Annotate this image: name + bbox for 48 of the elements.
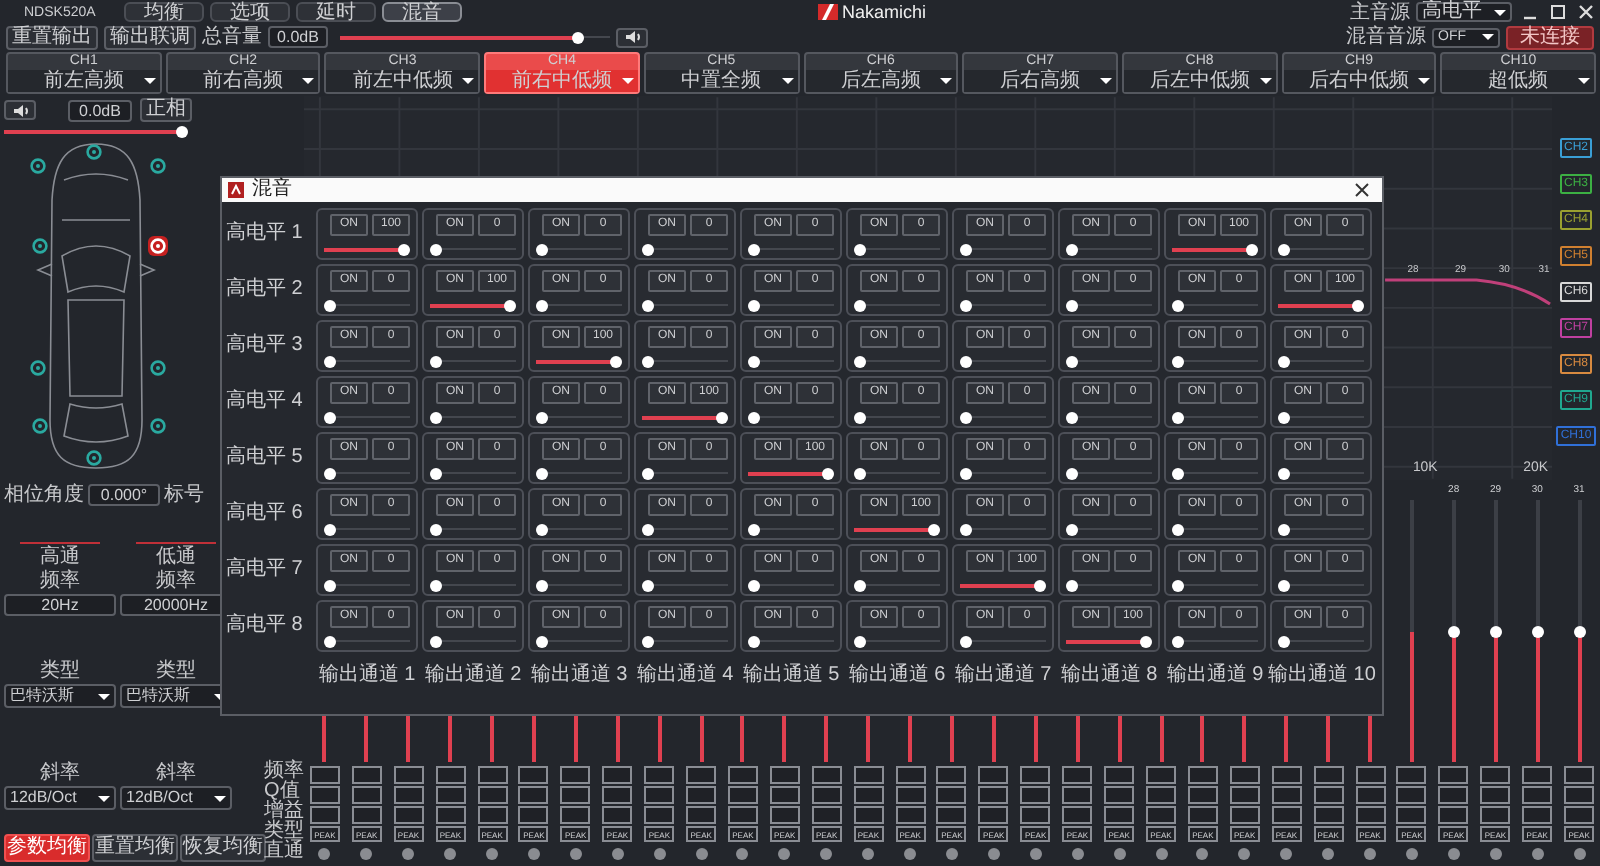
phase-label: 相位角度	[4, 483, 84, 505]
slope-label: 斜率	[40, 762, 80, 784]
input-label: 高电平 6	[226, 499, 305, 528]
logo-text: Nakamichi	[842, 2, 927, 22]
input-label: 高电平 3	[226, 331, 305, 360]
frequency-label: 频率	[40, 570, 80, 592]
output-label: 输出通道 9	[1164, 661, 1266, 690]
volume-label: 总音量	[202, 26, 262, 48]
input-label: 高电平 5	[226, 443, 305, 472]
input-label: 高电平 7	[226, 555, 305, 584]
row-label: 频率	[264, 762, 304, 782]
channel-label: 后右高频	[1000, 71, 1081, 91]
channel-label: 前左中低频	[352, 71, 453, 91]
filter-title: 高通	[40, 546, 80, 568]
output-label: 输出通道 6	[846, 661, 948, 690]
dialog-title: 混音	[252, 180, 292, 200]
output-label: 输出通道 10	[1268, 661, 1374, 690]
row-label: Q值	[264, 782, 300, 802]
channel-label: 中置全频	[681, 71, 762, 91]
slope-label: 斜率	[156, 762, 196, 784]
row-label: 类型	[264, 822, 304, 842]
type-label: 类型	[156, 660, 196, 682]
output-label: 输出通道 3	[528, 661, 630, 690]
type-label: 类型	[40, 660, 80, 682]
channel-label: 前右中低频	[511, 71, 612, 91]
output-label: 输出通道 2	[422, 661, 524, 690]
input-label: 高电平 8	[226, 611, 305, 640]
channel-label: 前左高频	[43, 71, 124, 91]
channel-label: 前右高频	[203, 71, 284, 91]
input-label: 高电平 4	[226, 387, 305, 416]
source-label: 主音源	[1350, 1, 1410, 23]
frequency-label: 频率	[156, 570, 196, 592]
mix-source-label: 混音音源	[1346, 26, 1426, 48]
output-label: 输出通道 1	[316, 661, 418, 690]
channel-label: 后右中低频	[1308, 71, 1409, 91]
filter-title: 低通	[156, 546, 196, 568]
output-label: 输出通道 7	[952, 661, 1054, 690]
output-label: 输出通道 5	[740, 661, 842, 690]
input-label: 高电平 2	[226, 275, 305, 304]
row-label: 直通	[264, 842, 304, 862]
output-label: 输出通道 4	[634, 661, 736, 690]
input-label: 高电平 1	[226, 219, 305, 248]
channel-label: 超低频	[1488, 71, 1549, 91]
output-label: 输出通道 8	[1058, 661, 1160, 690]
row-label: 增益	[264, 802, 304, 822]
tag-label: 标号	[164, 483, 204, 505]
channel-label: 后左高频	[840, 71, 921, 91]
channel-label: 后左中低频	[1149, 71, 1250, 91]
